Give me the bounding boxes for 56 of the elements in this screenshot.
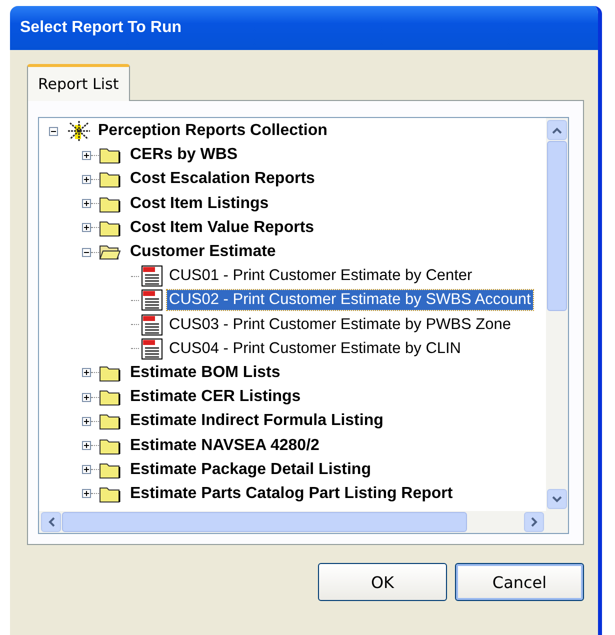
tab[interactable]: Report List — [27, 64, 130, 101]
folder-item[interactable]: Estimate Parts Catalog Part Listing Report — [128, 484, 455, 504]
tree-item[interactable]: Perception Reports Collection — [96, 121, 330, 142]
scroll-left-icon[interactable] — [41, 512, 61, 532]
sparkle-icon — [68, 121, 90, 142]
folder-icon — [99, 218, 121, 237]
report-icon — [141, 289, 163, 312]
report-icon — [141, 314, 163, 336]
expand-toggle-icon[interactable] — [82, 465, 91, 474]
folder-icon — [99, 484, 121, 503]
scroll-up-icon[interactable] — [547, 120, 567, 140]
folder-item[interactable]: Estimate Indirect Formula Listing — [128, 411, 386, 432]
expand-toggle-icon[interactable] — [82, 489, 91, 498]
expand-toggle-icon[interactable] — [82, 416, 91, 426]
report-icon — [141, 338, 163, 360]
scroll-thumb[interactable] — [62, 512, 467, 532]
folder-item[interactable]: Cost Item Listings — [128, 194, 271, 214]
folder-icon — [99, 146, 121, 164]
expand-toggle-icon[interactable] — [82, 199, 91, 208]
report-icon — [141, 265, 163, 288]
folder-icon — [99, 194, 121, 213]
folder-icon — [99, 170, 121, 188]
horizontal-scrollbar[interactable] — [39, 511, 568, 533]
folder-icon — [99, 388, 121, 406]
window-title: Select Report To Run — [20, 19, 182, 37]
collapse-toggle-icon[interactable] — [49, 126, 58, 136]
open-folder-icon — [99, 243, 121, 262]
expand-toggle-icon[interactable] — [82, 150, 91, 160]
report-item[interactable]: CUS02 - Print Customer Estimate by SWBS Account — [167, 290, 533, 310]
folder-icon — [99, 436, 121, 455]
expand-toggle-icon[interactable] — [82, 441, 91, 450]
folder-icon — [99, 364, 121, 382]
report-item[interactable]: CUS01 - Print Customer Estimate by Center — [167, 266, 474, 286]
expand-toggle-icon[interactable] — [82, 223, 91, 232]
folder-item[interactable]: CERs by WBS — [128, 145, 240, 166]
report-item[interactable]: CUS03 - Print Customer Estimate by PWBS Zone — [167, 314, 513, 335]
expand-toggle-icon[interactable] — [82, 368, 91, 378]
folder-item[interactable]: Estimate BOM Lists — [128, 362, 282, 383]
expand-toggle-icon[interactable] — [82, 392, 91, 402]
scroll-right-icon[interactable] — [524, 512, 544, 532]
folder-item[interactable]: Estimate CER Listings — [128, 387, 303, 408]
folder-item[interactable]: Estimate Package Detail Listing — [128, 460, 373, 480]
scroll-thumb[interactable] — [547, 141, 567, 311]
expand-toggle-icon[interactable] — [82, 248, 91, 257]
folder-item[interactable]: Estimate NAVSEA 4280/2 — [128, 436, 322, 456]
folder-icon — [99, 412, 121, 430]
dialog-button[interactable]: OK — [318, 563, 447, 601]
folder-item[interactable]: Cost Escalation Reports — [128, 169, 317, 190]
expand-toggle-icon[interactable] — [82, 174, 91, 184]
dialog-button[interactable]: Cancel — [455, 563, 584, 601]
folder-item[interactable]: Customer Estimate — [128, 242, 278, 262]
scroll-down-icon[interactable] — [547, 489, 567, 509]
folder-item[interactable]: Cost Item Value Reports — [128, 218, 316, 238]
vertical-scrollbar[interactable] — [546, 118, 568, 511]
report-item[interactable]: CUS04 - Print Customer Estimate by CLIN — [167, 338, 464, 359]
folder-icon — [99, 460, 121, 479]
